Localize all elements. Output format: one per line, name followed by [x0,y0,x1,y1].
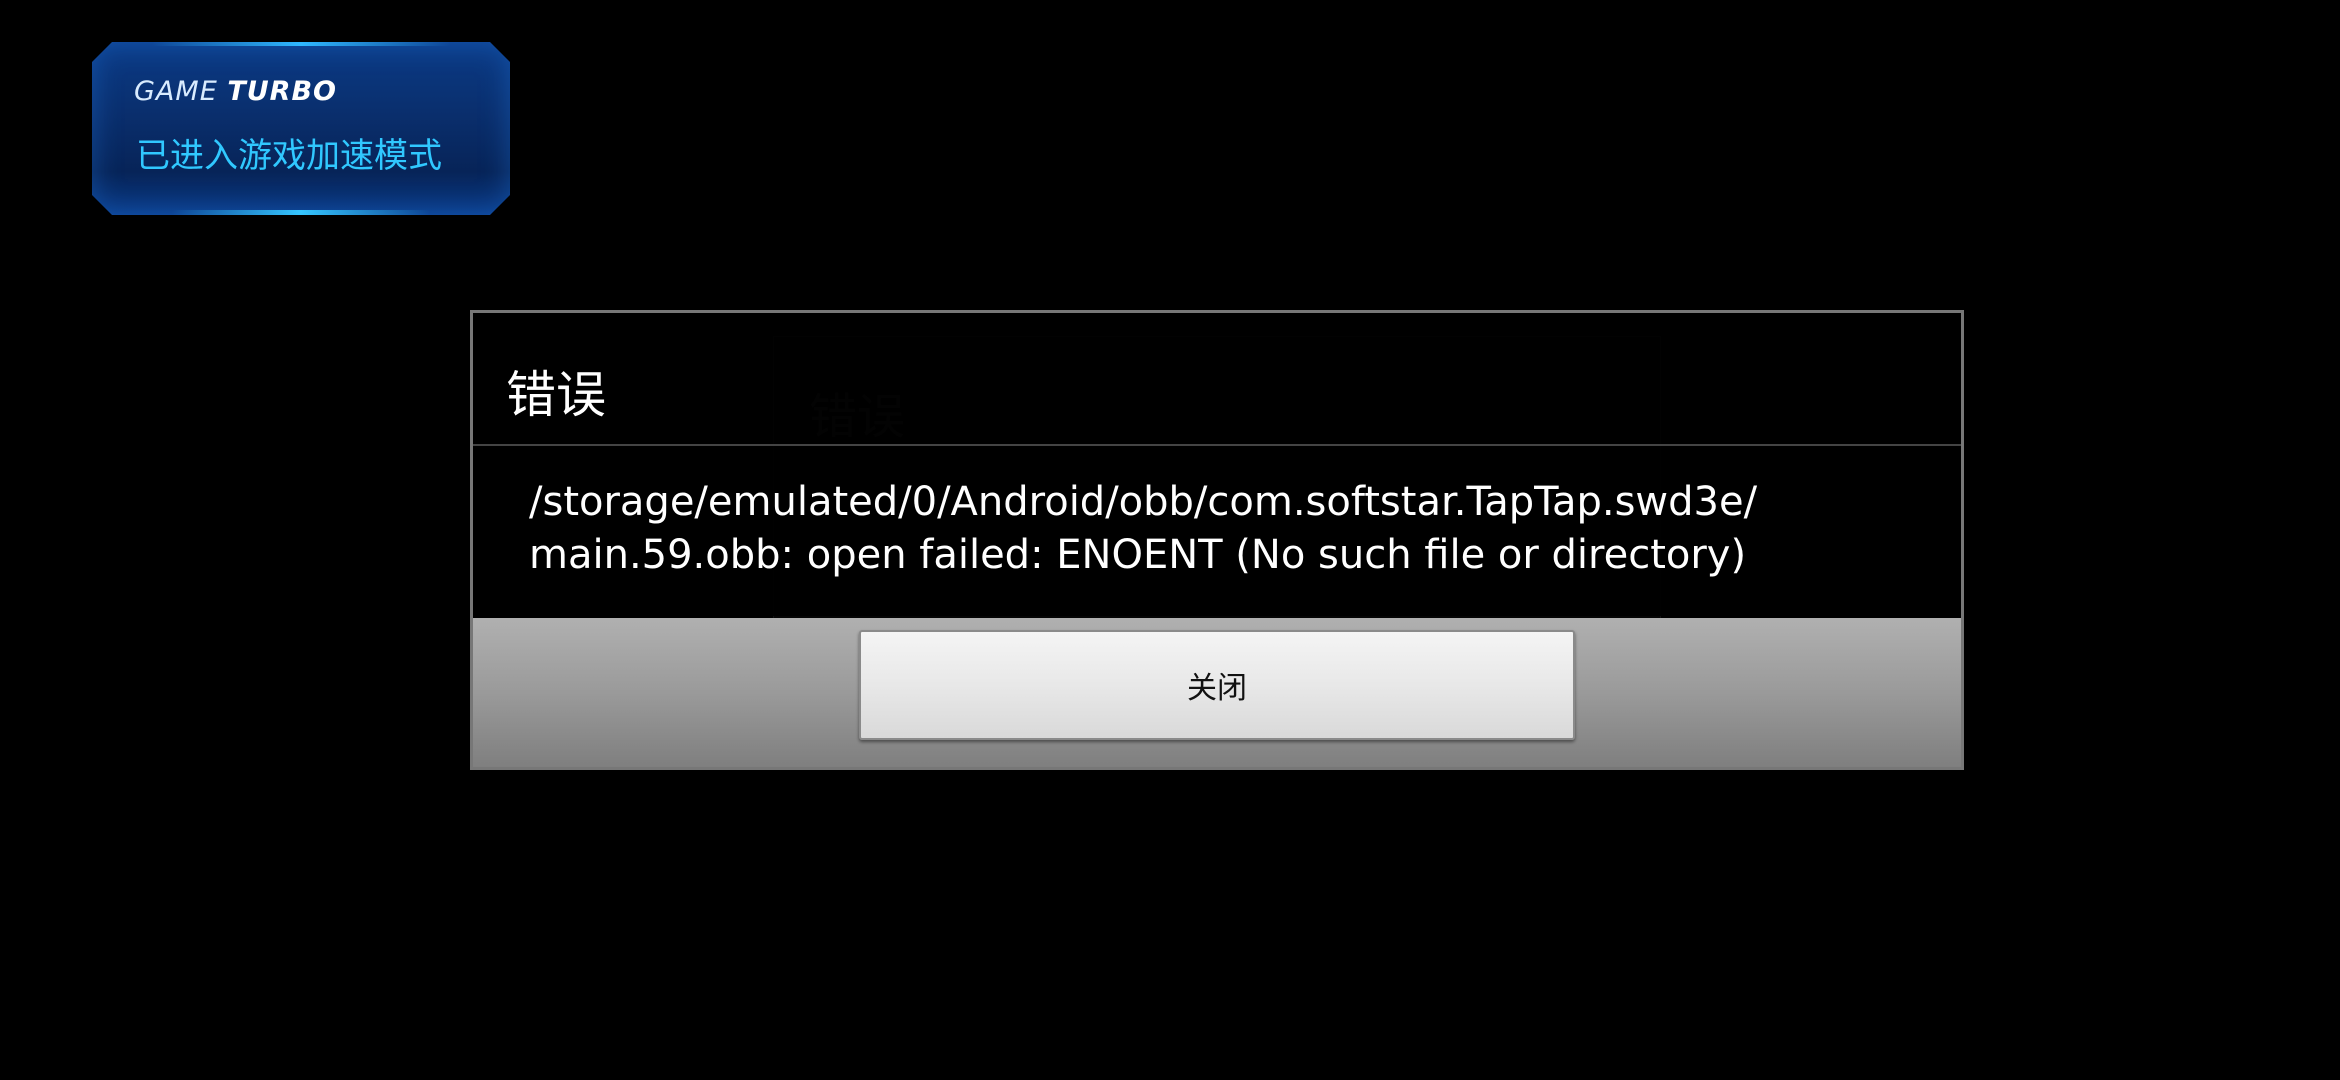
dialog-title: 错误 [506,366,606,424]
error-message: /storage/emulated/0/Android/obb/com.soft… [529,476,1909,582]
game-turbo-toast: GAME TURBO 已进入游戏加速模式 [92,42,510,215]
error-dialog: 错误 /storage/emulated/0/Android/obb/com.s… [470,310,1964,770]
screen: 错误 GAME TURBO 已进入游戏加速模式 错误 /storage/emul… [0,0,2340,1080]
game-turbo-logo-turbo: TURBO [227,76,338,107]
close-button[interactable]: 关闭 [859,630,1575,740]
dialog-body: /storage/emulated/0/Android/obb/com.soft… [473,446,1961,616]
error-message-line-2: main.59.obb: open failed: ENOENT (No suc… [529,532,1747,578]
game-turbo-logo-game: GAME [134,76,218,107]
dialog-footer: 关闭 [473,618,1961,767]
error-message-line-1: /storage/emulated/0/Android/obb/com.soft… [529,479,1758,525]
dialog-header: 错误 [473,313,1961,446]
game-turbo-logo: GAME TURBO [134,76,337,107]
game-turbo-status: 已进入游戏加速模式 [136,136,442,176]
